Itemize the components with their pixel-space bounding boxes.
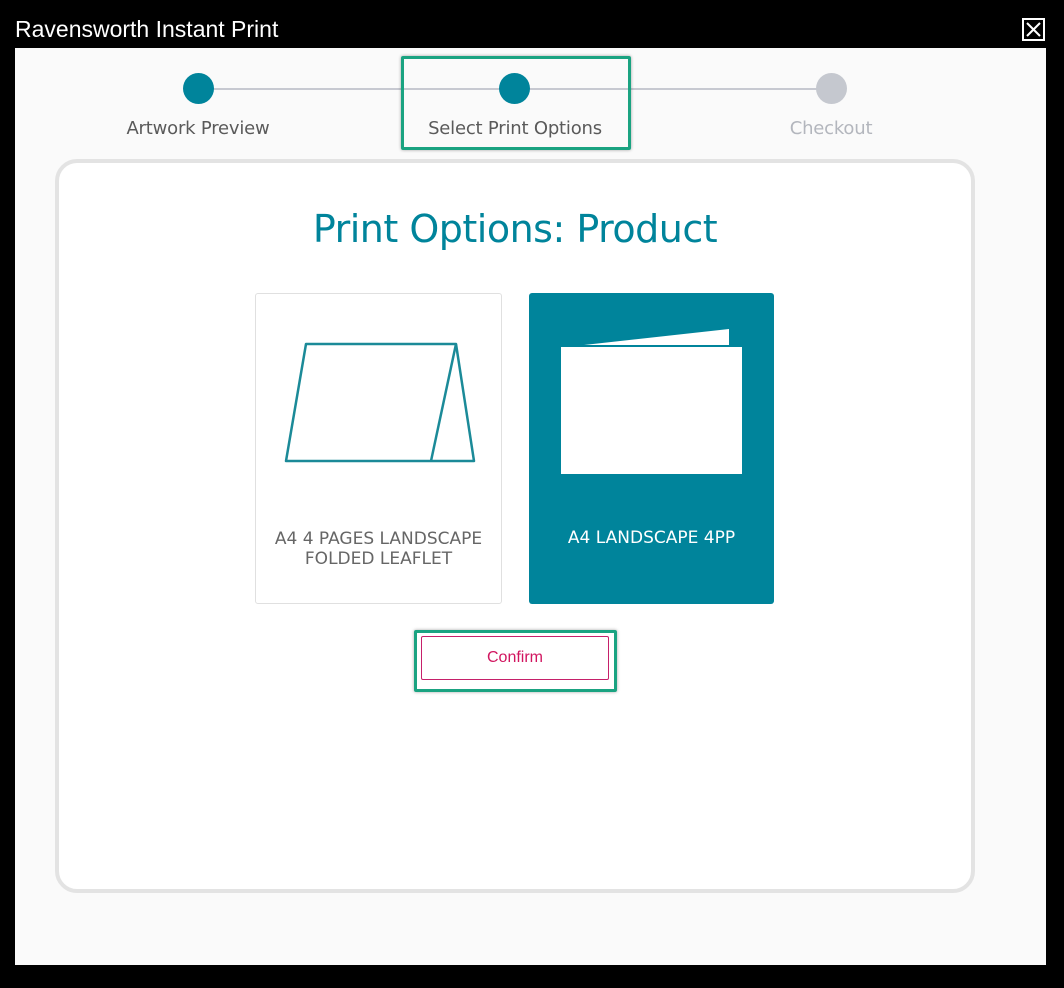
step-dot-artwork-preview[interactable]	[183, 73, 214, 104]
confirm-highlight	[414, 630, 617, 692]
close-icon	[1026, 22, 1041, 37]
print-options-panel: Print Options: Product A4 4 PAGES LANDSC…	[55, 159, 975, 893]
option-label: A4 LANDSCAPE 4PP	[567, 528, 736, 548]
current-step-highlight	[401, 56, 631, 150]
step-label-checkout: Checkout	[789, 118, 873, 139]
step-label-artwork-preview[interactable]: Artwork Preview	[126, 118, 269, 140]
option-card-landscape-4pp[interactable]: A4 LANDSCAPE 4PP	[529, 293, 774, 604]
close-button[interactable]	[1022, 18, 1045, 41]
title-bar: Ravensworth Instant Print	[0, 0, 1064, 48]
option-label: A4 4 PAGES LANDSCAPE FOLDED LEAFLET	[274, 529, 483, 569]
step-dot-checkout[interactable]	[816, 73, 847, 104]
landscape-fold-icon	[561, 329, 742, 474]
panel-title: Print Options: Product	[312, 207, 718, 251]
option-card-folded-leaflet[interactable]: A4 4 PAGES LANDSCAPE FOLDED LEAFLET	[255, 293, 502, 604]
app-window: Ravensworth Instant Print Artwork Previe…	[0, 0, 1064, 988]
window-title: Ravensworth Instant Print	[15, 16, 279, 42]
dialog-content: Artwork Preview Select Print Options Che…	[15, 48, 1046, 965]
tent-fold-icon	[284, 342, 476, 463]
